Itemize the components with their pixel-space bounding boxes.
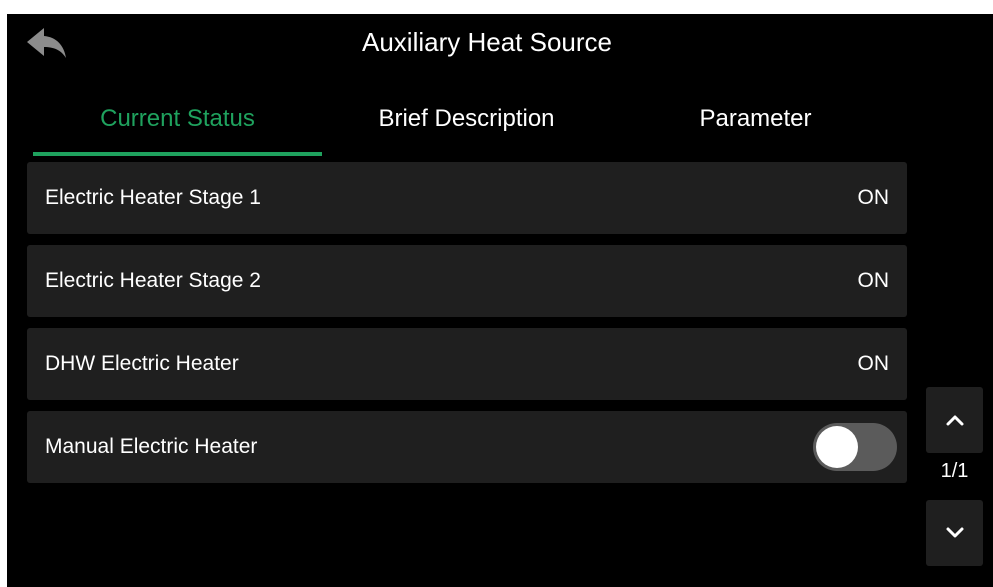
row-label: Electric Heater Stage 1 bbox=[45, 186, 261, 209]
row-manual-electric-heater: Manual Electric Heater bbox=[27, 411, 907, 483]
tab-brief-description[interactable]: Brief Description bbox=[322, 94, 611, 156]
page-up-button[interactable] bbox=[926, 387, 983, 453]
status-list: Electric Heater Stage 1 ON Electric Heat… bbox=[27, 162, 907, 494]
row-label: Manual Electric Heater bbox=[45, 435, 258, 458]
page-title: Auxiliary Heat Source bbox=[362, 27, 612, 57]
row-dhw-electric-heater: DHW Electric Heater ON bbox=[27, 328, 907, 400]
chevron-up-icon bbox=[946, 415, 963, 426]
manual-electric-heater-toggle[interactable] bbox=[813, 423, 897, 471]
header: Auxiliary Heat Source bbox=[7, 14, 993, 76]
page-indicator: 1/1 bbox=[940, 460, 969, 482]
row-label: DHW Electric Heater bbox=[45, 352, 239, 375]
tab-bar: Current Status Brief Description Paramet… bbox=[33, 94, 901, 156]
tab-current-status[interactable]: Current Status bbox=[33, 94, 322, 156]
row-value: ON bbox=[857, 186, 890, 209]
chevron-down-icon bbox=[946, 527, 963, 538]
toggle-knob bbox=[816, 426, 858, 468]
row-value: ON bbox=[857, 269, 890, 292]
tab-parameter[interactable]: Parameter bbox=[611, 94, 900, 156]
row-value: ON bbox=[857, 352, 890, 375]
screen: Auxiliary Heat Source Current Status Bri… bbox=[7, 14, 993, 587]
row-label: Electric Heater Stage 2 bbox=[45, 269, 261, 292]
row-electric-heater-stage-1: Electric Heater Stage 1 ON bbox=[27, 162, 907, 234]
row-electric-heater-stage-2: Electric Heater Stage 2 ON bbox=[27, 245, 907, 317]
page-down-button[interactable] bbox=[926, 500, 983, 566]
